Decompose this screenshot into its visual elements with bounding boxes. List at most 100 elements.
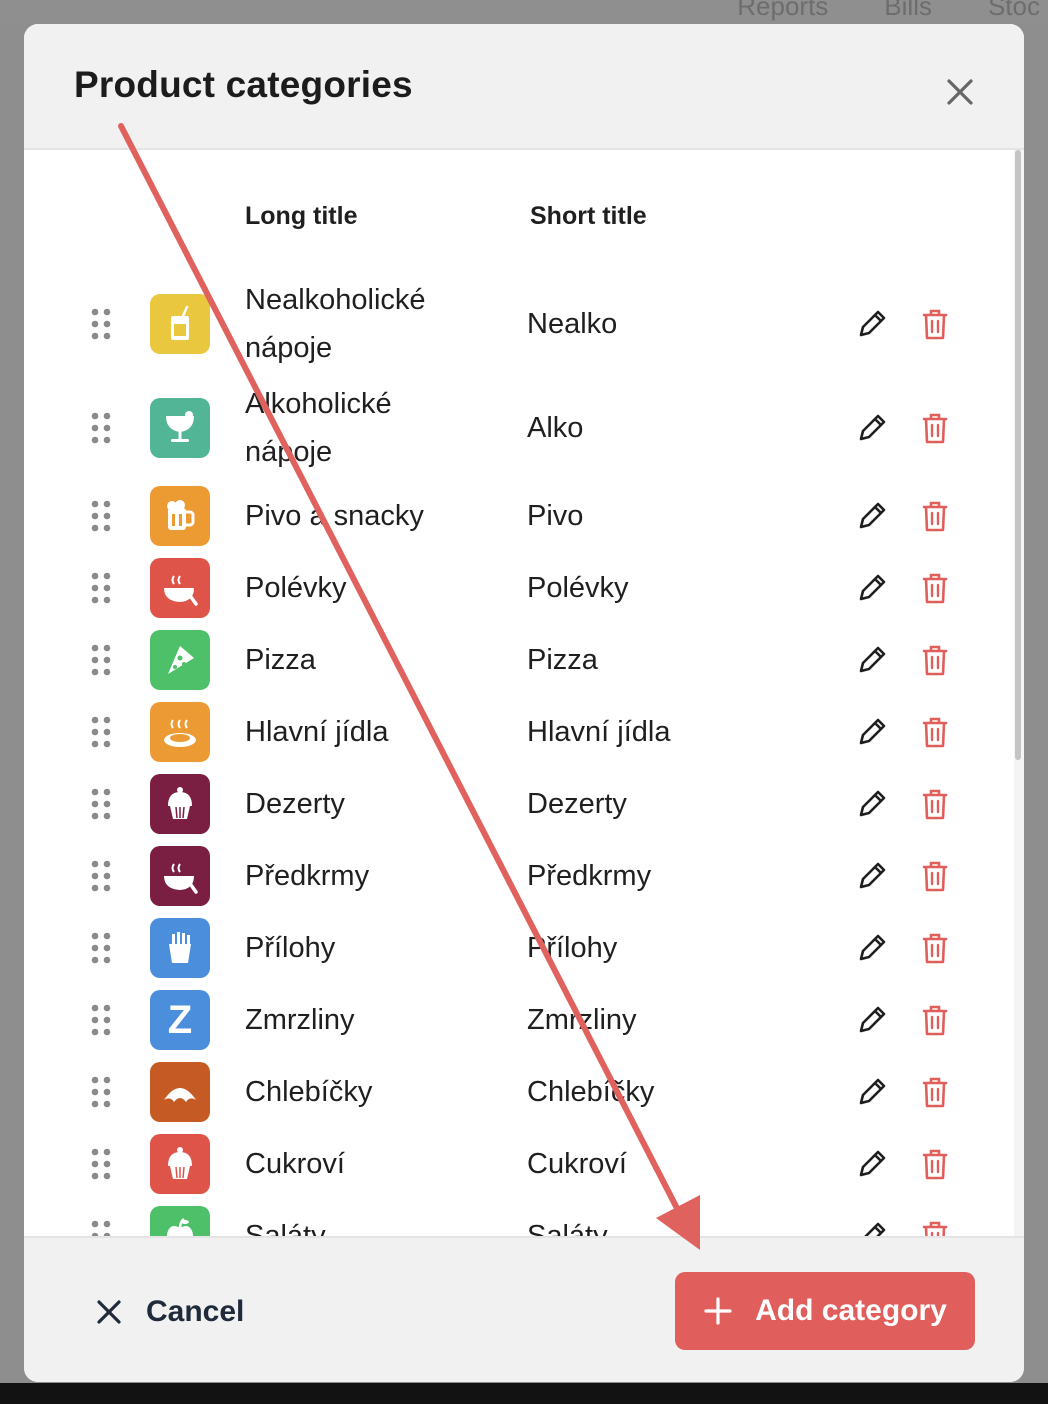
category-icon	[150, 486, 210, 546]
category-icon	[150, 1062, 210, 1122]
category-icon	[150, 774, 210, 834]
category-icon	[150, 398, 210, 458]
pencil-icon	[859, 574, 886, 601]
close-button[interactable]	[940, 72, 980, 112]
cupcake-icon	[168, 787, 192, 819]
edit-button[interactable]	[854, 410, 890, 446]
background-tabs: Reports Bills Stoc	[737, 0, 1048, 24]
delete-button[interactable]	[920, 643, 950, 677]
drag-dots-icon	[91, 860, 111, 892]
edit-button[interactable]	[854, 714, 890, 750]
category-short-title: Nealko	[527, 308, 618, 340]
drag-handle[interactable]	[90, 499, 112, 533]
product-categories-dialog: Product categories Long title Short titl…	[24, 24, 1024, 1382]
delete-button[interactable]	[920, 1003, 950, 1037]
edit-button[interactable]	[854, 858, 890, 894]
trash-icon	[922, 1077, 948, 1108]
hot-plate-icon	[164, 719, 196, 747]
category-short-title: Saláty	[527, 1220, 608, 1236]
category-long-title: Pizza	[245, 644, 316, 676]
delete-button[interactable]	[920, 715, 950, 749]
drag-dots-icon	[91, 932, 111, 964]
drag-handle[interactable]	[90, 715, 112, 749]
column-header-short-title: Short title	[530, 202, 647, 230]
pencil-icon	[859, 502, 886, 529]
scrollbar-thumb[interactable]	[1015, 150, 1021, 760]
category-short-title: Předkrmy	[527, 860, 652, 892]
category-long-title: Cukroví	[245, 1148, 345, 1180]
drag-handle[interactable]	[90, 859, 112, 893]
delete-button[interactable]	[920, 1219, 950, 1236]
croissant-icon	[164, 1088, 196, 1102]
drag-dots-icon	[91, 644, 111, 676]
drag-handle[interactable]	[90, 1219, 112, 1236]
bg-tab-bills: Bills	[884, 0, 932, 21]
category-icon	[150, 558, 210, 618]
trash-icon	[922, 645, 948, 676]
drag-dots-icon	[91, 572, 111, 604]
delete-button[interactable]	[920, 307, 950, 341]
beer-mug-icon	[167, 500, 195, 530]
dialog-title: Product categories	[74, 64, 413, 105]
category-short-title: Polévky	[527, 572, 629, 604]
category-icon	[150, 294, 210, 354]
delete-button[interactable]	[920, 499, 950, 533]
add-category-label: Add category	[755, 1294, 947, 1327]
drag-handle[interactable]	[90, 787, 112, 821]
taskbar-strip	[0, 1383, 1048, 1404]
edit-button[interactable]	[854, 570, 890, 606]
drag-handle[interactable]	[90, 1147, 112, 1181]
trash-icon	[922, 717, 948, 748]
delete-button[interactable]	[920, 787, 950, 821]
close-icon	[97, 1300, 121, 1324]
plus-icon	[704, 1297, 732, 1325]
drag-handle[interactable]	[90, 307, 112, 341]
delete-button[interactable]	[920, 571, 950, 605]
pencil-icon	[859, 934, 886, 961]
edit-button[interactable]	[854, 642, 890, 678]
edit-button[interactable]	[854, 786, 890, 822]
edit-button[interactable]	[854, 1002, 890, 1038]
trash-icon	[922, 1149, 948, 1180]
edit-button[interactable]	[854, 498, 890, 534]
scrollbar[interactable]	[1014, 150, 1024, 1236]
trash-icon	[922, 861, 948, 892]
edit-button[interactable]	[854, 1074, 890, 1110]
drag-handle[interactable]	[90, 931, 112, 965]
drag-handle[interactable]	[90, 411, 112, 445]
pencil-icon	[859, 310, 886, 337]
cancel-button[interactable]: Cancel	[94, 1290, 244, 1334]
cupcake-icon	[168, 1147, 192, 1179]
pencil-icon	[864, 1222, 886, 1236]
edit-button[interactable]	[854, 1218, 890, 1236]
categories-list[interactable]: Long title Short title Nealkoholické náp…	[24, 150, 1024, 1236]
delete-button[interactable]	[920, 411, 950, 445]
category-short-title: Zmrzliny	[527, 1004, 637, 1036]
pencil-icon	[859, 414, 886, 441]
drag-handle[interactable]	[90, 1075, 112, 1109]
category-long-title: Alkoholické nápoje	[245, 388, 392, 468]
edit-button[interactable]	[854, 306, 890, 342]
drag-dots-icon	[91, 716, 111, 748]
delete-button[interactable]	[920, 859, 950, 893]
category-icon	[150, 1206, 210, 1236]
pencil-icon	[859, 646, 886, 673]
edit-button[interactable]	[854, 930, 890, 966]
category-icon	[150, 702, 210, 762]
pencil-icon	[859, 718, 886, 745]
delete-button[interactable]	[920, 1147, 950, 1181]
category-short-title: Hlavní jídla	[527, 716, 671, 748]
category-long-title: Přílohy	[245, 932, 336, 964]
trash-icon	[922, 789, 948, 820]
close-icon	[947, 79, 973, 105]
delete-button[interactable]	[920, 931, 950, 965]
soup-bowl-icon	[164, 575, 198, 606]
delete-button[interactable]	[920, 1075, 950, 1109]
edit-button[interactable]	[854, 1146, 890, 1182]
add-category-button[interactable]: Add category	[675, 1272, 975, 1350]
drag-handle[interactable]	[90, 1003, 112, 1037]
bg-tab-reports: Reports	[737, 0, 829, 21]
trash-icon	[922, 501, 948, 532]
drag-handle[interactable]	[90, 571, 112, 605]
drag-handle[interactable]	[90, 643, 112, 677]
